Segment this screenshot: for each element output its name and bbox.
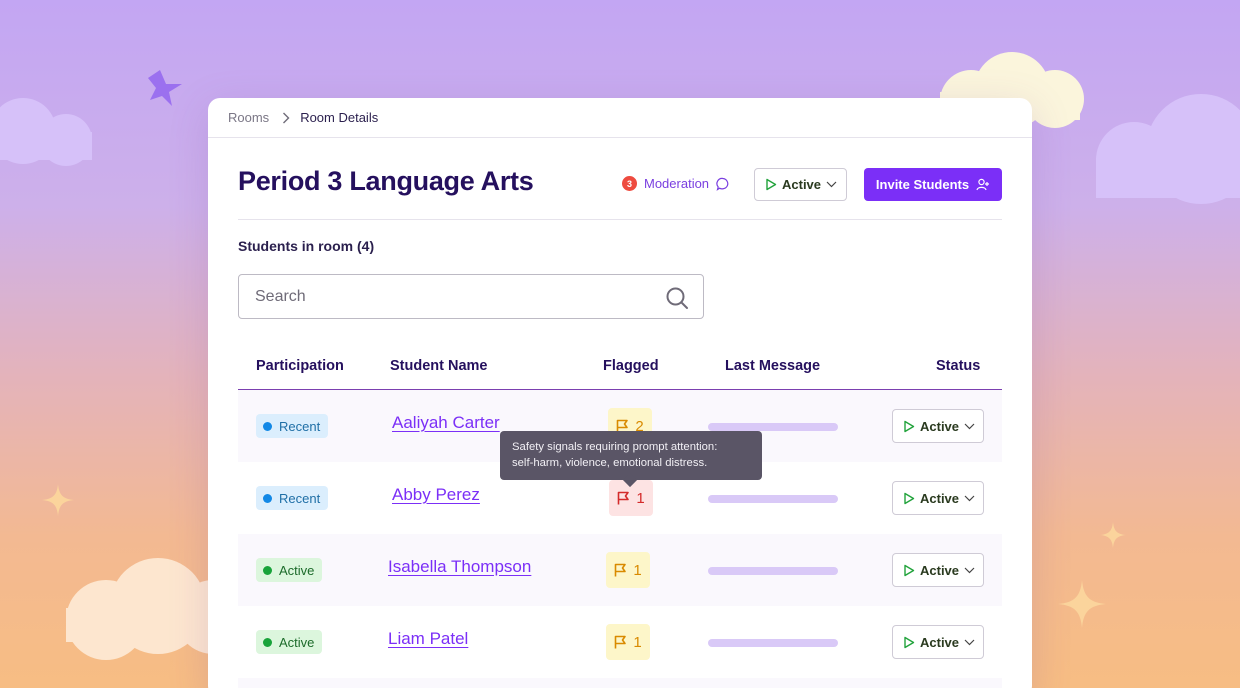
flag-count-button[interactable]: 1 [606, 624, 650, 660]
star-purple-decoration [148, 70, 182, 106]
tooltip-line-2: self-harm, violence, emotional distress. [512, 457, 708, 469]
search-input[interactable] [239, 275, 659, 318]
flag-icon [618, 491, 630, 505]
room-status-dropdown[interactable]: Active [754, 168, 847, 201]
participation-badge: Recent [256, 486, 329, 510]
chevron-down-icon [964, 639, 975, 645]
page-title: Period 3 Language Arts [238, 166, 534, 196]
breadcrumb-rooms-link[interactable]: Rooms [228, 110, 269, 125]
breadcrumb-current: Room Details [300, 110, 379, 125]
student-status-dropdown[interactable]: Active [892, 553, 984, 587]
chevron-down-icon [964, 495, 975, 501]
chevron-down-icon [826, 181, 837, 188]
user-plus-icon [976, 178, 990, 191]
flag-count-button[interactable]: 1 [606, 552, 650, 588]
chat-bubble-icon [716, 177, 730, 191]
play-icon [904, 492, 915, 504]
sparkle-left-decoration [42, 484, 74, 516]
play-icon [765, 178, 777, 191]
last-message-preview [708, 567, 838, 575]
students-count-heading: Students in room (4) [238, 238, 375, 254]
moderation-label: Moderation [644, 176, 710, 191]
participation-badge: Active [256, 558, 323, 582]
student-name-link[interactable]: Aaliyah Carter [392, 413, 500, 433]
search-icon[interactable] [665, 286, 689, 315]
table-header: Participation Student Name Flagged Last … [238, 354, 1002, 390]
participation-badge: Active [256, 630, 323, 654]
last-message-preview [708, 495, 838, 503]
column-flagged[interactable]: Flagged [603, 358, 659, 374]
column-student-name[interactable]: Student Name [390, 358, 488, 374]
student-name-link[interactable]: Abby Perez [392, 485, 480, 505]
last-message-preview [708, 423, 838, 431]
invite-students-label: Invite Students [875, 177, 970, 192]
header-divider [238, 219, 1002, 220]
student-status-dropdown[interactable]: Active [892, 409, 984, 443]
cloud-left-decoration [0, 96, 92, 166]
last-message-preview [708, 639, 838, 647]
participation-badge: Recent [256, 414, 329, 438]
search-box [238, 274, 704, 319]
flag-icon [615, 635, 627, 649]
student-status-dropdown[interactable]: Active [892, 481, 984, 515]
student-name-link[interactable]: Liam Patel [388, 629, 468, 649]
chevron-down-icon [964, 423, 975, 429]
student-name-link[interactable]: Isabella Thompson [388, 557, 531, 577]
play-icon [904, 564, 915, 576]
moderation-count-badge: 3 [622, 176, 637, 191]
column-status[interactable]: Status [936, 358, 980, 374]
breadcrumb: Rooms Room Details [208, 98, 1032, 138]
moderation-button[interactable]: 3 Moderation [622, 176, 730, 191]
sparkle-small-right-decoration [1100, 522, 1126, 548]
flag-tooltip: Safety signals requiring prompt attentio… [500, 431, 762, 488]
table-row: Active Liam Patel 1 Active [238, 606, 1002, 678]
play-icon [904, 420, 915, 432]
play-icon [904, 636, 915, 648]
student-status-dropdown[interactable]: Active [892, 625, 984, 659]
tooltip-line-1: Safety signals requiring prompt attentio… [512, 441, 718, 453]
table-row: Active Isabella Thompson 1 Active [238, 534, 1002, 606]
invite-students-button[interactable]: Invite Students [864, 168, 1002, 201]
column-participation[interactable]: Participation [256, 358, 344, 374]
table-row [238, 678, 1002, 688]
chevron-down-icon [964, 567, 975, 573]
cloud-right-decoration [1096, 92, 1240, 204]
room-status-label: Active [782, 177, 822, 192]
flag-icon [615, 563, 627, 577]
chevron-right-icon [282, 112, 290, 124]
sparkle-large-right-decoration [1058, 580, 1106, 628]
room-details-panel: Rooms Room Details Period 3 Language Art… [208, 98, 1032, 688]
column-last-message[interactable]: Last Message [725, 358, 820, 374]
